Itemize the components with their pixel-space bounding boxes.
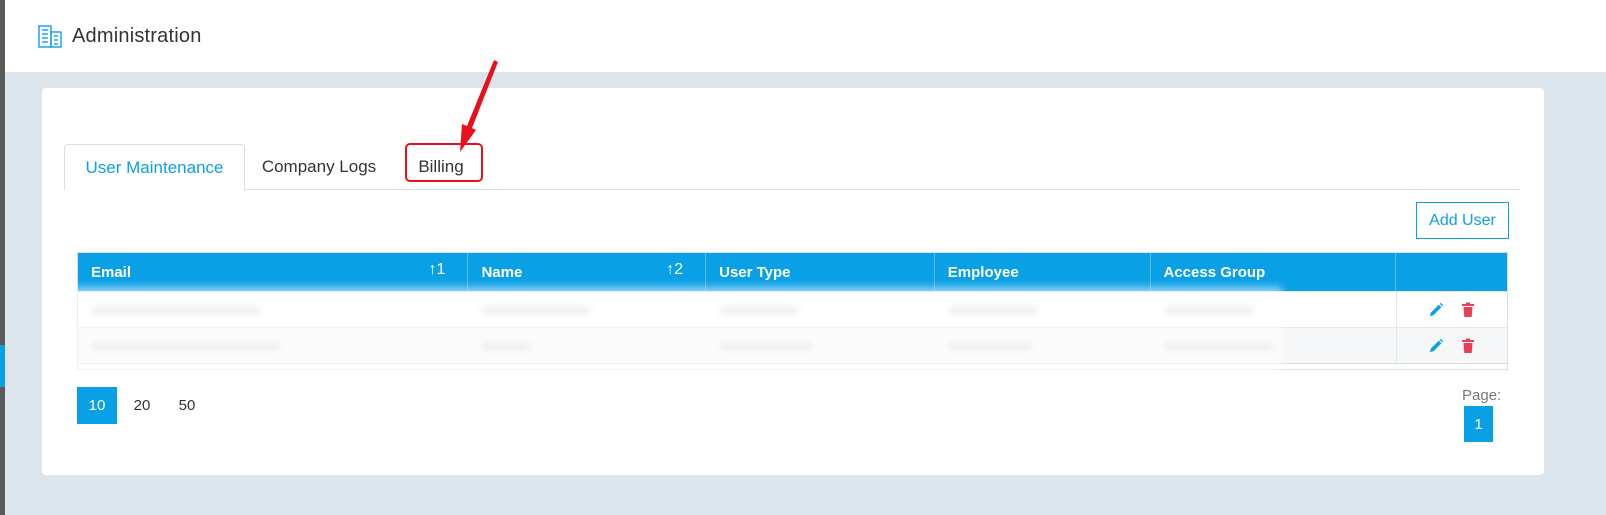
cell-email-redacted <box>78 292 468 328</box>
edit-icon[interactable] <box>1427 301 1445 319</box>
column-header-name[interactable]: Name ↑2 <box>468 253 707 291</box>
page-size-10[interactable]: 10 <box>77 387 117 424</box>
sort-up-icon[interactable]: ↑1 <box>429 261 446 279</box>
column-header-access-group[interactable]: Access Group <box>1151 253 1397 291</box>
left-rail-active-indicator <box>0 345 5 387</box>
users-table: Email ↑1 Name ↑2 User Type Employee Acce… <box>77 252 1508 370</box>
table-row[interactable] <box>78 327 1507 364</box>
tab-user-maintenance[interactable]: User Maintenance <box>64 144 245 191</box>
page-label: Page: <box>1462 387 1502 404</box>
page-button-1[interactable]: 1 <box>1464 406 1493 442</box>
tab-billing[interactable]: Billing <box>396 144 486 190</box>
tab-bar: User Maintenance Company Logs Billing <box>64 144 1520 191</box>
cell-user-type-redacted <box>706 292 935 328</box>
page-size-50[interactable]: 50 <box>167 387 207 424</box>
page-size-20[interactable]: 20 <box>122 387 162 424</box>
cell-name-redacted <box>468 328 706 364</box>
page-title: Administration <box>72 24 202 47</box>
cell-employee-redacted <box>935 328 1151 364</box>
column-header-employee[interactable]: Employee <box>935 253 1151 291</box>
top-bar: Administration <box>5 0 1606 72</box>
delete-icon[interactable] <box>1459 301 1477 319</box>
row-actions <box>1396 292 1507 328</box>
column-header-email[interactable]: Email ↑1 <box>78 253 469 291</box>
table-row[interactable] <box>78 291 1507 328</box>
column-label: Employee <box>947 263 1019 281</box>
row-actions <box>1396 328 1507 364</box>
red-arrow-annotation <box>460 60 498 152</box>
cell-access-group-redacted <box>1151 328 1397 364</box>
table-header: Email ↑1 Name ↑2 User Type Employee Acce… <box>78 253 1507 291</box>
column-label: Access Group <box>1163 263 1266 281</box>
left-rail <box>0 0 5 515</box>
admin-card: User Maintenance Company Logs Billing Ad… <box>42 60 1544 475</box>
cell-name-redacted <box>468 292 706 328</box>
delete-icon[interactable] <box>1459 337 1477 355</box>
cell-employee-redacted <box>935 292 1151 328</box>
building-icon <box>37 23 63 49</box>
column-label: Name <box>481 263 523 281</box>
edit-icon[interactable] <box>1427 337 1445 355</box>
column-header-user-type[interactable]: User Type <box>706 253 935 291</box>
sort-up-icon[interactable]: ↑2 <box>666 261 683 279</box>
cell-user-type-redacted <box>706 328 935 364</box>
cell-access-group-redacted <box>1151 292 1397 328</box>
cell-email-redacted <box>78 328 468 364</box>
column-header-actions <box>1396 253 1507 291</box>
column-label: Email <box>91 263 132 281</box>
add-user-button[interactable]: Add User <box>1416 202 1509 239</box>
tab-company-logs[interactable]: Company Logs <box>249 144 389 190</box>
page-size-selector: 10 20 50 <box>77 387 212 424</box>
column-label: User Type <box>719 263 791 281</box>
